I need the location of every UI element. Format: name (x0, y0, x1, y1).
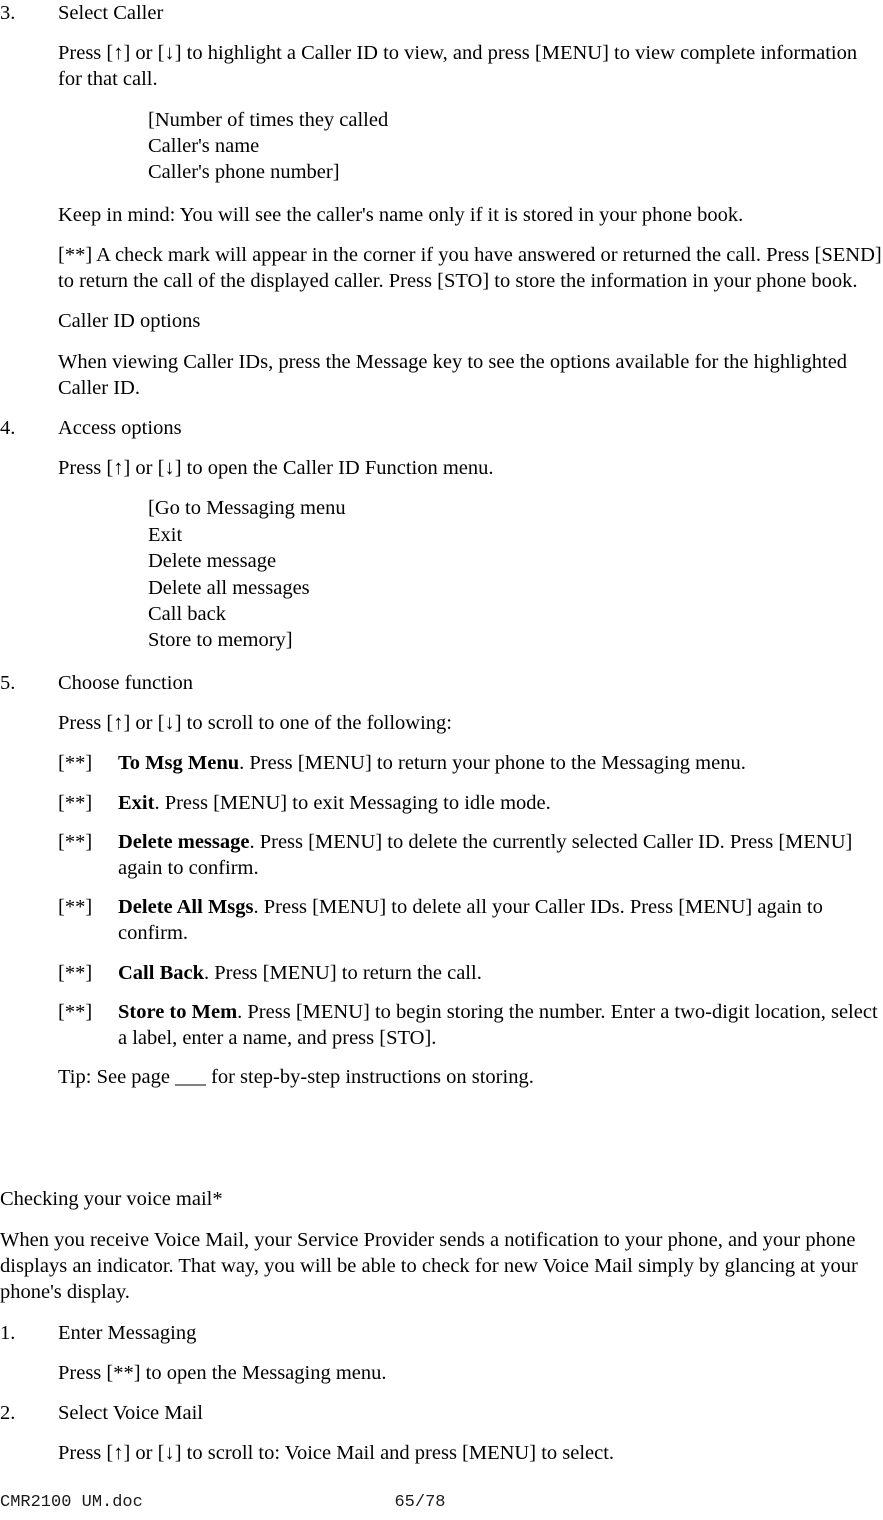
function-label: Delete message (118, 830, 250, 853)
function-item: [**] Delete message. Press [MENU] to del… (58, 829, 883, 881)
listing-line: Call back (148, 603, 226, 626)
listing-line: Store to memory] (148, 629, 293, 652)
step-5-instruction: Press [↑] or [↓] to scroll to one of the… (58, 712, 452, 735)
step-3-title: Select Caller (58, 2, 164, 24)
function-body: Store to Mem. Press [MENU] to begin stor… (118, 999, 883, 1051)
function-description: . Press [MENU] to exit Messaging to idle… (154, 791, 551, 814)
listing-line: Caller's name (148, 135, 260, 158)
function-description: . Press [MENU] to return your phone to t… (239, 752, 746, 775)
caller-id-options-text: When viewing Caller IDs, press the Messa… (58, 350, 848, 399)
listing-line: Delete message (148, 550, 277, 573)
function-label: Delete All Msgs (118, 896, 254, 919)
step-3-checkmark-note: [**] A check mark will appear in the cor… (58, 244, 882, 293)
function-label: Call Back (118, 961, 204, 984)
voicemail-heading: Checking your voice mail* (0, 1188, 223, 1211)
step-4-title: Access options (58, 417, 182, 440)
function-body: Exit. Press [MENU] to exit Messaging to … (118, 790, 883, 816)
function-label: To Msg Menu (118, 752, 240, 775)
step-5-number: 5. (0, 671, 16, 694)
page-content: 3. Select Caller Press [↑] or [↓] to hig… (0, 0, 883, 1481)
step-5: 5. Choose function (0, 670, 883, 696)
step-3-display-listing: [Number of times they called Caller's na… (148, 107, 883, 186)
voicemail-step-2: 2. Select Voice Mail (0, 1400, 883, 1426)
function-mark: [**] (58, 752, 93, 775)
voicemail-step-1-title: Enter Messaging (58, 1321, 197, 1344)
footer-page-number: 65/78 (394, 1493, 446, 1512)
voicemail-intro: When you receive Voice Mail, your Servic… (0, 1228, 858, 1304)
listing-line: [Go to Messaging menu (148, 497, 346, 520)
function-label: Store to Mem (118, 1000, 238, 1023)
function-description: . Press [MENU] to return the call. (204, 961, 482, 984)
function-item: [**] To Msg Menu. Press [MENU] to return… (58, 750, 883, 776)
listing-line: Exit (148, 523, 183, 546)
listing-line: [Number of times they called (148, 108, 389, 131)
document-page: 3. Select Caller Press [↑] or [↓] to hig… (0, 0, 883, 1520)
voicemail-step-1-number: 1. (0, 1321, 16, 1344)
listing-line: Delete all messages (148, 576, 310, 599)
voicemail-step-2-instruction: Press [↑] or [↓] to scroll to: Voice Mai… (58, 1442, 615, 1465)
step-3-number: 3. (0, 2, 16, 24)
step-4: 4. Access options (0, 415, 883, 441)
step-3: 3. Select Caller (0, 0, 883, 26)
function-body: Delete message. Press [MENU] to delete t… (118, 829, 883, 881)
function-item: [**] Store to Mem. Press [MENU] to begin… (58, 999, 883, 1051)
step-4-instruction: Press [↑] or [↓] to open the Caller ID F… (58, 457, 494, 480)
function-item: [**] Call Back. Press [MENU] to return t… (58, 960, 883, 986)
function-mark: [**] (58, 791, 93, 814)
footer-document-name: CMR2100 UM.doc (0, 1493, 143, 1512)
function-body: To Msg Menu. Press [MENU] to return your… (118, 750, 883, 776)
voicemail-step-1: 1. Enter Messaging (0, 1320, 883, 1346)
function-body: Call Back. Press [MENU] to return the ca… (118, 960, 883, 986)
page-footer: CMR2100 UM.doc 65/78 (0, 1492, 883, 1518)
voicemail-step-2-number: 2. (0, 1402, 16, 1425)
listing-line: Caller's phone number] (148, 161, 340, 184)
voicemail-step-1-instruction: Press [**] to open the Messaging menu. (58, 1361, 387, 1384)
function-mark: [**] (58, 1000, 93, 1023)
function-body: Delete All Msgs. Press [MENU] to delete … (118, 894, 883, 946)
function-mark: [**] (58, 830, 93, 853)
step-5-title: Choose function (58, 671, 193, 694)
function-item: [**] Delete All Msgs. Press [MENU] to de… (58, 894, 883, 946)
function-item: [**] Exit. Press [MENU] to exit Messagin… (58, 790, 883, 816)
step-3-instruction: Press [↑] or [↓] to highlight a Caller I… (58, 42, 858, 91)
function-label: Exit (118, 791, 155, 814)
voicemail-step-2-title: Select Voice Mail (58, 1402, 203, 1425)
step-4-menu-listing: [Go to Messaging menu Exit Delete messag… (148, 495, 883, 653)
function-mark: [**] (58, 961, 93, 984)
caller-id-options-heading: Caller ID options (58, 310, 201, 333)
step-4-number: 4. (0, 417, 16, 440)
storing-tip: Tip: See page ___ for step-by-step instr… (58, 1066, 534, 1089)
function-mark: [**] (58, 896, 93, 919)
step-3-keep-in-mind: Keep in mind: You will see the caller's … (58, 203, 744, 226)
